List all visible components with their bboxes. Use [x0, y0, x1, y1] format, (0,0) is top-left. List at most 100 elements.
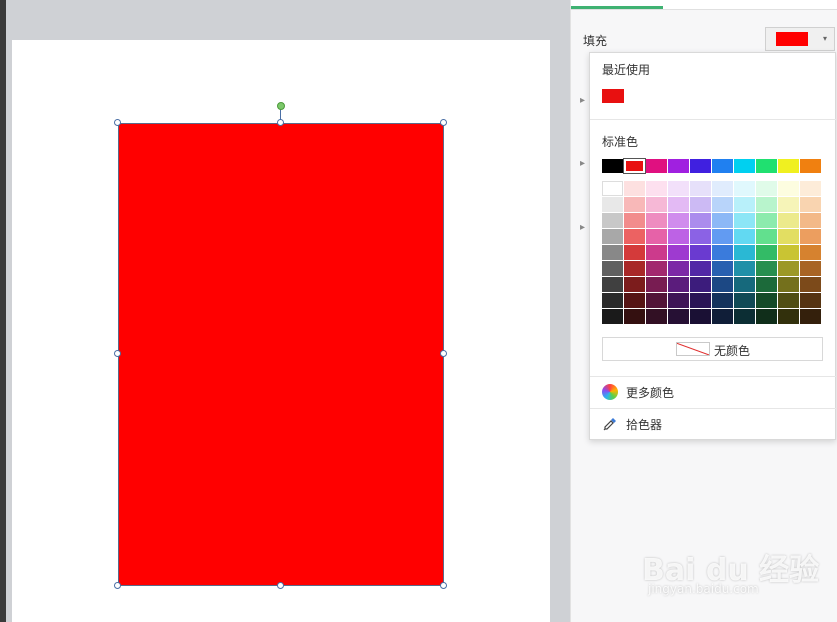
theme-color-swatch[interactable]: [690, 293, 711, 308]
theme-color-swatch[interactable]: [624, 197, 645, 212]
theme-color-swatch[interactable]: [624, 293, 645, 308]
standard-color-swatch[interactable]: [778, 159, 799, 173]
resize-handle-right[interactable]: [440, 350, 447, 357]
standard-color-swatch[interactable]: [756, 159, 777, 173]
theme-color-swatch[interactable]: [800, 213, 821, 228]
theme-color-swatch[interactable]: [690, 181, 711, 196]
theme-color-swatch[interactable]: [668, 213, 689, 228]
resize-handle-top-left[interactable]: [114, 119, 121, 126]
theme-color-swatch[interactable]: [668, 229, 689, 244]
theme-color-swatch[interactable]: [734, 213, 755, 228]
theme-color-swatch[interactable]: [602, 261, 623, 276]
theme-color-swatch[interactable]: [756, 213, 777, 228]
theme-color-swatch[interactable]: [712, 293, 733, 308]
resize-handle-left[interactable]: [114, 350, 121, 357]
theme-color-swatch[interactable]: [778, 229, 799, 244]
theme-color-swatch[interactable]: [624, 181, 645, 196]
theme-color-swatch[interactable]: [800, 181, 821, 196]
theme-color-swatch[interactable]: [712, 245, 733, 260]
theme-color-swatch[interactable]: [668, 245, 689, 260]
theme-color-swatch[interactable]: [778, 293, 799, 308]
standard-color-swatch[interactable]: [602, 159, 623, 173]
theme-color-swatch[interactable]: [778, 197, 799, 212]
theme-color-swatch[interactable]: [602, 181, 623, 196]
standard-color-swatch[interactable]: [668, 159, 689, 173]
theme-color-swatch[interactable]: [712, 229, 733, 244]
theme-color-swatch[interactable]: [778, 181, 799, 196]
theme-color-swatch[interactable]: [668, 197, 689, 212]
theme-color-swatch[interactable]: [624, 277, 645, 292]
theme-color-swatch[interactable]: [734, 293, 755, 308]
theme-color-swatch[interactable]: [646, 181, 667, 196]
theme-color-swatch[interactable]: [646, 213, 667, 228]
theme-color-swatch[interactable]: [712, 181, 733, 196]
theme-color-swatch[interactable]: [778, 213, 799, 228]
standard-color-swatch[interactable]: [712, 159, 733, 173]
theme-color-swatch[interactable]: [734, 277, 755, 292]
theme-color-swatch[interactable]: [756, 181, 777, 196]
theme-color-swatch[interactable]: [734, 261, 755, 276]
expand-arrow-icon[interactable]: ▸: [580, 95, 585, 106]
theme-color-swatch[interactable]: [624, 261, 645, 276]
theme-color-swatch[interactable]: [712, 261, 733, 276]
theme-color-swatch[interactable]: [646, 261, 667, 276]
theme-color-swatch[interactable]: [690, 245, 711, 260]
theme-color-swatch[interactable]: [602, 213, 623, 228]
theme-color-swatch[interactable]: [778, 277, 799, 292]
standard-color-swatch[interactable]: [734, 159, 755, 173]
fill-color-dropdown[interactable]: ▾: [765, 27, 835, 51]
theme-color-swatch[interactable]: [602, 309, 623, 324]
theme-color-swatch[interactable]: [734, 197, 755, 212]
theme-color-swatch[interactable]: [800, 277, 821, 292]
theme-color-swatch[interactable]: [624, 213, 645, 228]
theme-color-swatch[interactable]: [800, 261, 821, 276]
recent-color-swatch[interactable]: [602, 89, 624, 103]
theme-color-swatch[interactable]: [778, 261, 799, 276]
theme-color-swatch[interactable]: [624, 309, 645, 324]
theme-color-swatch[interactable]: [646, 277, 667, 292]
theme-color-swatch[interactable]: [756, 309, 777, 324]
theme-color-swatch[interactable]: [602, 197, 623, 212]
theme-color-swatch[interactable]: [756, 277, 777, 292]
theme-color-swatch[interactable]: [690, 277, 711, 292]
theme-color-swatch[interactable]: [756, 293, 777, 308]
more-colors-item[interactable]: 更多颜色: [590, 377, 837, 407]
rotation-handle[interactable]: [277, 102, 285, 110]
eyedropper-item[interactable]: 拾色器: [590, 409, 837, 439]
theme-color-swatch[interactable]: [712, 213, 733, 228]
theme-color-swatch[interactable]: [778, 245, 799, 260]
theme-color-swatch[interactable]: [756, 229, 777, 244]
theme-color-swatch[interactable]: [734, 309, 755, 324]
theme-color-swatch[interactable]: [756, 197, 777, 212]
theme-color-swatch[interactable]: [668, 277, 689, 292]
expand-arrow-icon[interactable]: ▸: [580, 158, 585, 169]
theme-color-swatch[interactable]: [668, 181, 689, 196]
theme-color-swatch[interactable]: [800, 309, 821, 324]
theme-color-swatch[interactable]: [646, 293, 667, 308]
resize-handle-top-right[interactable]: [440, 119, 447, 126]
theme-color-swatch[interactable]: [602, 293, 623, 308]
no-color-button[interactable]: 无颜色: [602, 337, 823, 361]
theme-color-swatch[interactable]: [800, 197, 821, 212]
standard-color-swatch[interactable]: [800, 159, 821, 173]
theme-color-swatch[interactable]: [690, 229, 711, 244]
theme-color-swatch[interactable]: [800, 245, 821, 260]
theme-color-swatch[interactable]: [668, 309, 689, 324]
theme-color-swatch[interactable]: [602, 277, 623, 292]
theme-color-swatch[interactable]: [712, 309, 733, 324]
theme-color-swatch[interactable]: [668, 293, 689, 308]
theme-color-swatch[interactable]: [646, 309, 667, 324]
theme-color-swatch[interactable]: [690, 197, 711, 212]
theme-color-swatch[interactable]: [778, 309, 799, 324]
standard-color-swatch[interactable]: [623, 158, 646, 174]
theme-color-swatch[interactable]: [646, 245, 667, 260]
selected-rectangle-shape[interactable]: [118, 123, 444, 586]
resize-handle-bottom-right[interactable]: [440, 582, 447, 589]
theme-color-swatch[interactable]: [800, 293, 821, 308]
theme-color-swatch[interactable]: [624, 245, 645, 260]
standard-color-swatch[interactable]: [690, 159, 711, 173]
theme-color-swatch[interactable]: [646, 229, 667, 244]
theme-color-swatch[interactable]: [756, 245, 777, 260]
theme-color-swatch[interactable]: [734, 181, 755, 196]
theme-color-swatch[interactable]: [690, 309, 711, 324]
